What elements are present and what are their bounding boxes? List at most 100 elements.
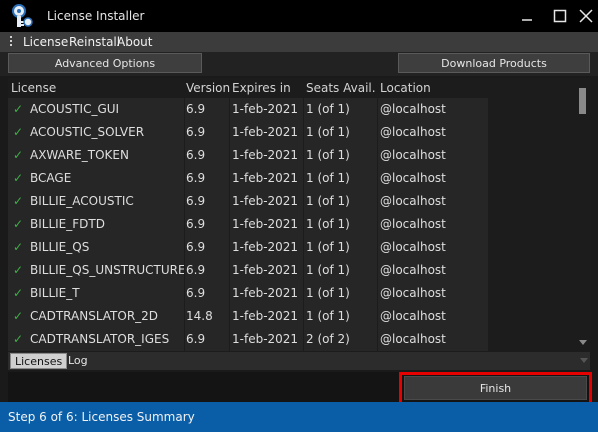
cell-version: 6.9 xyxy=(185,190,229,213)
cell-seats: 1 (of 1) xyxy=(304,144,377,167)
cell-license: BILLIE_ACOUSTIC xyxy=(8,190,184,213)
check-icon: ✓ xyxy=(13,102,24,116)
check-icon: ✓ xyxy=(13,309,24,323)
cell-seats: 1 (of 1) xyxy=(304,190,377,213)
tab-licenses[interactable]: Licenses xyxy=(10,353,68,369)
cell-version: 6.9 xyxy=(185,328,229,351)
cell-seats: 1 (of 1) xyxy=(304,98,377,121)
check-icon: ✓ xyxy=(13,263,24,277)
cell-expires: 1-feb-2021 xyxy=(230,190,303,213)
window-title: License Installer xyxy=(47,9,145,23)
maximize-button[interactable] xyxy=(548,4,572,28)
cell-license: CADTRANSLATOR_IGES xyxy=(8,328,184,351)
close-button[interactable] xyxy=(574,4,598,28)
cell-location: @localhost xyxy=(378,213,488,236)
cell-expires: 1-feb-2021 xyxy=(230,328,303,351)
table-row[interactable]: BILLIE_QS ✓ 6.9 1-feb-2021 1 (of 1) @loc… xyxy=(8,236,488,259)
cell-version: 6.9 xyxy=(185,144,229,167)
cell-expires: 1-feb-2021 xyxy=(230,305,303,328)
cell-license: BILLIE_FDTD xyxy=(8,213,184,236)
check-icon: ✓ xyxy=(13,148,24,162)
scroll-down-icon[interactable] xyxy=(579,340,587,345)
menu-grip-icon xyxy=(10,36,13,48)
cell-license: ACOUSTIC_SOLVER xyxy=(8,121,184,144)
cell-seats: 1 (of 1) xyxy=(304,213,377,236)
scrollbar-thumb[interactable] xyxy=(579,88,586,114)
cell-version: 6.9 xyxy=(185,98,229,121)
menu-reinstall[interactable]: Reinstall xyxy=(69,35,120,49)
cell-seats: 1 (of 1) xyxy=(304,236,377,259)
status-text: Step 6 of 6: Licenses Summary xyxy=(8,410,195,424)
tab-log[interactable]: Log xyxy=(64,353,92,369)
check-icon: ✓ xyxy=(13,332,24,346)
cell-license: BILLIE_QS xyxy=(8,236,184,259)
menu-bar: License Reinstall About xyxy=(0,32,598,52)
check-icon: ✓ xyxy=(13,217,24,231)
cell-version: 6.9 xyxy=(185,236,229,259)
table-row[interactable]: CADTRANSLATOR_2D ✓ 14.8 1-feb-2021 1 (of… xyxy=(8,305,488,328)
header-location[interactable]: Location xyxy=(380,78,431,98)
cell-version: 6.9 xyxy=(185,282,229,305)
license-installer-window: License Installer License Reinstall Abou… xyxy=(0,0,598,432)
table-row[interactable]: BILLIE_QS_UNSTRUCTURED ✓ 6.9 1-feb-2021 … xyxy=(8,259,488,282)
close-icon xyxy=(579,9,593,23)
table-row[interactable]: BILLIE_FDTD ✓ 6.9 1-feb-2021 1 (of 1) @l… xyxy=(8,213,488,236)
cell-version: 6.9 xyxy=(185,121,229,144)
check-icon: ✓ xyxy=(13,171,24,185)
header-expires[interactable]: Expires in xyxy=(232,78,291,98)
table-row[interactable]: ACOUSTIC_GUI ✓ 6.9 1-feb-2021 1 (of 1) @… xyxy=(8,98,488,121)
minimize-button[interactable] xyxy=(515,4,539,28)
check-icon: ✓ xyxy=(13,125,24,139)
cell-location: @localhost xyxy=(378,259,488,282)
key-lock-icon xyxy=(12,4,33,27)
tab-bar: Licenses Log xyxy=(8,352,590,370)
cell-license: CADTRANSLATOR_2D xyxy=(8,305,184,328)
minimize-icon xyxy=(522,19,532,21)
cell-location: @localhost xyxy=(378,328,488,351)
table-row[interactable]: BCAGE ✓ 6.9 1-feb-2021 1 (of 1) @localho… xyxy=(8,167,488,190)
cell-license: ACOUSTIC_GUI xyxy=(8,98,184,121)
cell-version: 14.8 xyxy=(185,305,229,328)
table-scrollbar[interactable] xyxy=(576,78,590,352)
cell-seats: 1 (of 1) xyxy=(304,282,377,305)
cell-location: @localhost xyxy=(378,121,488,144)
table-row[interactable]: CADTRANSLATOR_IGES ✓ 6.9 1-feb-2021 2 (o… xyxy=(8,328,488,351)
check-icon: ✓ xyxy=(13,240,24,254)
table-row[interactable]: BILLIE_T ✓ 6.9 1-feb-2021 1 (of 1) @loca… xyxy=(8,282,488,305)
header-license[interactable]: License xyxy=(11,78,56,98)
cell-seats: 1 (of 1) xyxy=(304,259,377,282)
cell-expires: 1-feb-2021 xyxy=(230,236,303,259)
cell-version: 6.9 xyxy=(185,259,229,282)
cell-version: 6.9 xyxy=(185,213,229,236)
cell-license: BCAGE xyxy=(8,167,184,190)
cell-expires: 1-feb-2021 xyxy=(230,144,303,167)
cell-expires: 1-feb-2021 xyxy=(230,213,303,236)
header-seats[interactable]: Seats Avail. xyxy=(306,78,376,98)
title-bar: License Installer xyxy=(0,0,598,32)
cell-seats: 1 (of 1) xyxy=(304,121,377,144)
cell-location: @localhost xyxy=(378,167,488,190)
cell-location: @localhost xyxy=(378,98,488,121)
menu-license[interactable]: License xyxy=(23,35,68,49)
cell-location: @localhost xyxy=(378,282,488,305)
header-version[interactable]: Version xyxy=(186,78,230,98)
download-products-button[interactable]: Download Products xyxy=(398,53,590,73)
cell-seats: 2 (of 2) xyxy=(304,328,377,351)
menu-about[interactable]: About xyxy=(117,35,152,49)
cell-version: 6.9 xyxy=(185,167,229,190)
cell-seats: 1 (of 1) xyxy=(304,167,377,190)
check-icon: ✓ xyxy=(13,286,24,300)
table-row[interactable]: BILLIE_ACOUSTIC ✓ 6.9 1-feb-2021 1 (of 1… xyxy=(8,190,488,213)
advanced-options-button[interactable]: Advanced Options xyxy=(8,53,202,73)
cell-location: @localhost xyxy=(378,190,488,213)
cell-location: @localhost xyxy=(378,144,488,167)
cell-license: BILLIE_QS_UNSTRUCTURED xyxy=(8,259,184,282)
cell-license: AXWARE_TOKEN xyxy=(8,144,184,167)
table-row[interactable]: AXWARE_TOKEN ✓ 6.9 1-feb-2021 1 (of 1) @… xyxy=(8,144,488,167)
cell-expires: 1-feb-2021 xyxy=(230,98,303,121)
cell-location: @localhost xyxy=(378,236,488,259)
cell-seats: 1 (of 1) xyxy=(304,305,377,328)
chevron-down-icon xyxy=(580,358,588,363)
table-row[interactable]: ACOUSTIC_SOLVER ✓ 6.9 1-feb-2021 1 (of 1… xyxy=(8,121,488,144)
finish-button[interactable]: Finish xyxy=(404,376,587,400)
